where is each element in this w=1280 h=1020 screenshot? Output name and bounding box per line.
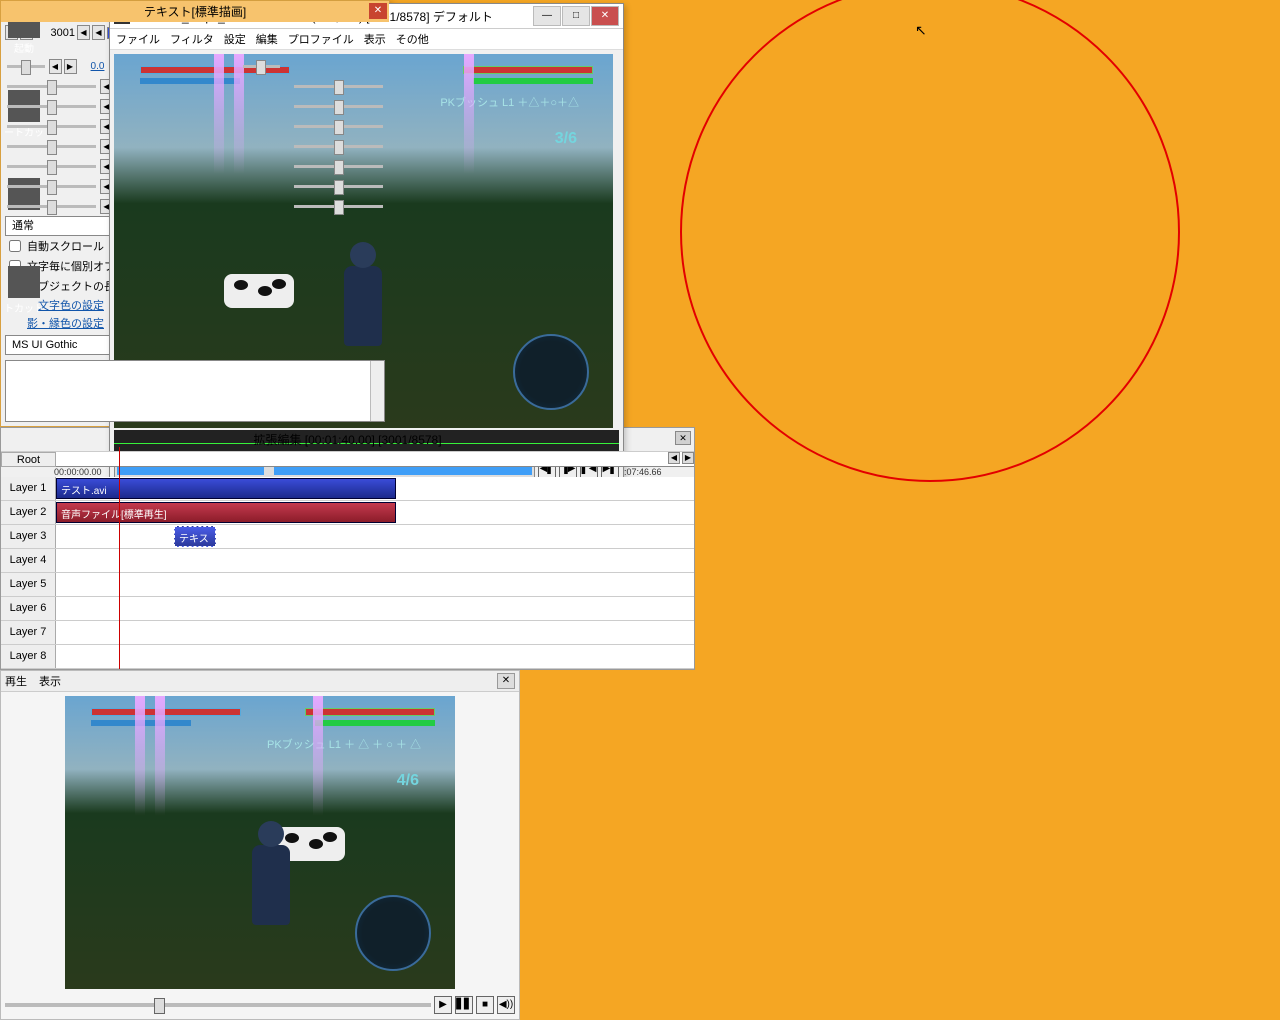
pause-button[interactable]: ▋▋ — [455, 996, 473, 1014]
slider-left[interactable] — [7, 165, 96, 168]
layer-1-label[interactable]: Layer 1 — [1, 477, 56, 500]
menu-bar: ファイル フィルタ 設定 編集 プロファイル 表示 その他 — [110, 29, 623, 50]
mute-button[interactable]: ◀)) — [497, 996, 515, 1014]
preview-window: 再生 表示 ✕ PKブッシュ L1 ＋ △ ＋ ○ ＋ △ 4/6 ▶ ▋▋ ■… — [0, 670, 520, 1020]
timeline-body: Layer 1テスト.avi Layer 2音声ファイル[標準再生] Layer… — [1, 477, 694, 669]
tab-view[interactable]: 表示 — [39, 673, 61, 689]
menu-settings[interactable]: 設定 — [224, 31, 246, 47]
layer-2-label[interactable]: Layer 2 — [1, 501, 56, 524]
slider-right[interactable] — [294, 105, 383, 108]
scroll-left-button[interactable]: ◀ — [668, 452, 680, 464]
slider-right[interactable] — [294, 85, 383, 88]
hud-count: 4/6 — [397, 772, 419, 790]
close-button[interactable]: ✕ — [675, 431, 691, 445]
layer-8-track[interactable] — [56, 645, 694, 668]
root-button[interactable]: Root — [1, 452, 56, 467]
layer-5-label[interactable]: Layer 5 — [1, 573, 56, 596]
preview-titlebar[interactable]: 再生 表示 ✕ — [1, 671, 519, 692]
layer-6-label[interactable]: Layer 6 — [1, 597, 56, 620]
close-button[interactable]: ✕ — [591, 6, 619, 26]
menu-filter[interactable]: フィルタ — [170, 31, 214, 47]
preview-seek-slider[interactable] — [5, 1003, 431, 1007]
layer-8-label[interactable]: Layer 8 — [1, 645, 56, 668]
slider-left[interactable] — [7, 185, 96, 188]
frame-prev2-button[interactable]: ◀ — [92, 25, 105, 40]
layer-5-track[interactable] — [56, 573, 694, 596]
preview-video: PKブッシュ L1 ＋ △ ＋ ○ ＋ △ 4/6 — [65, 696, 455, 989]
slider-left[interactable] — [7, 145, 96, 148]
maximize-button[interactable]: □ — [562, 6, 590, 26]
slider-left[interactable] — [7, 205, 96, 208]
menu-profile[interactable]: プロファイル — [288, 31, 354, 47]
scroll-right-button[interactable]: ▶ — [682, 452, 694, 464]
layer-3-track[interactable]: テキスト[ — [56, 525, 694, 548]
slider-right[interactable] — [294, 185, 383, 188]
layer-6-track[interactable] — [56, 597, 694, 620]
audio-clip[interactable]: 音声ファイル[標準再生] — [56, 502, 396, 523]
frame-prev-button[interactable]: ◀ — [77, 25, 90, 40]
slider-right[interactable] — [294, 145, 383, 148]
slider-right[interactable] — [294, 205, 383, 208]
desktop-shortcut-icon[interactable]: ートカッ — [4, 90, 44, 139]
text-content-textarea[interactable] — [5, 360, 385, 422]
shadow-color-link[interactable]: 影・縁色の設定 — [9, 315, 104, 331]
timeline-titlebar[interactable]: 拡張編集 [00:01:40.00] [3001/8578] ✕ — [1, 428, 694, 452]
layer-4-track[interactable] — [56, 549, 694, 572]
layer-3-label[interactable]: Layer 3 — [1, 525, 56, 548]
menu-edit[interactable]: 編集 — [256, 31, 278, 47]
text-titlebar[interactable]: テキスト[標準描画] ✕ — [1, 1, 389, 22]
tab-play[interactable]: 再生 — [5, 673, 27, 689]
slider-right[interactable] — [294, 165, 383, 168]
timeline-window: 拡張編集 [00:01:40.00] [3001/8578] ✕ Root ◀ … — [0, 427, 695, 670]
layer-4-label[interactable]: Layer 4 — [1, 549, 56, 572]
desktop-shortcut-icon-3[interactable]: トカット — [4, 266, 44, 315]
video-clip[interactable]: テスト.avi — [56, 478, 396, 499]
scrollbar[interactable] — [370, 361, 384, 421]
hud-text: PKブッシュ L1 ＋△＋○＋△ — [440, 94, 579, 110]
slider-left[interactable] — [7, 105, 96, 108]
layer-1-track[interactable]: テスト.avi — [56, 477, 694, 500]
menu-other[interactable]: その他 — [396, 31, 429, 47]
slider-left[interactable] — [7, 125, 96, 128]
timeline-title-text: 拡張編集 [00:01:40.00] [3001/8578] — [253, 433, 441, 447]
text-window-title: テキスト[標準描画] — [144, 5, 246, 19]
slider-right[interactable] — [243, 65, 281, 68]
slider-left[interactable] — [7, 65, 45, 68]
layer-7-track[interactable] — [56, 621, 694, 644]
close-button[interactable]: ✕ — [497, 673, 515, 689]
minimize-button[interactable]: — — [533, 6, 561, 26]
blend-mode-combo[interactable]: 通常 — [5, 216, 125, 236]
text-clip[interactable]: テキスト[ — [174, 526, 216, 547]
layer-2-track[interactable]: 音声ファイル[標準再生] — [56, 501, 694, 524]
inc-button[interactable]: ▶ — [64, 59, 77, 74]
layer-7-label[interactable]: Layer 7 — [1, 621, 56, 644]
cursor-icon: ↖ — [915, 22, 927, 39]
slider-right[interactable] — [294, 125, 383, 128]
dec-button[interactable]: ◀ — [49, 59, 62, 74]
time-ruler[interactable]: ◀ ▶ — [56, 452, 694, 467]
close-button[interactable]: ✕ — [369, 3, 387, 19]
menu-file[interactable]: ファイル — [116, 31, 160, 47]
hud-text: PKブッシュ L1 ＋ △ ＋ ○ ＋ △ — [267, 736, 421, 752]
annotation-circle — [680, 0, 1180, 482]
autoscroll-checkbox[interactable] — [9, 240, 21, 252]
slider-left[interactable] — [7, 85, 96, 88]
stop-button[interactable]: ■ — [476, 996, 494, 1014]
menu-view[interactable]: 表示 — [364, 31, 386, 47]
play-button[interactable]: ▶ — [434, 996, 452, 1014]
hud-count: 3/6 — [555, 130, 577, 148]
